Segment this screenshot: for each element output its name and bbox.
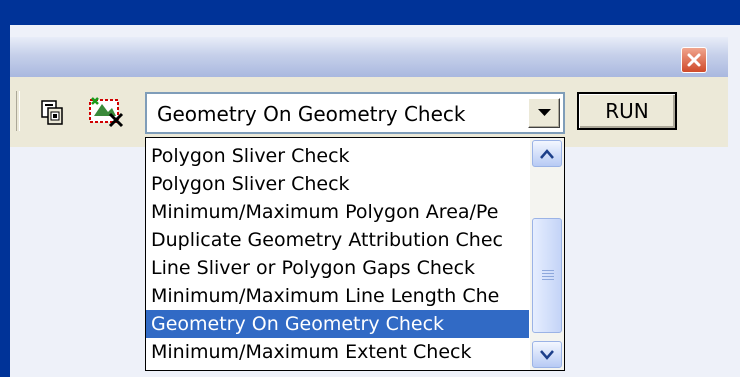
list-item[interactable]: Minimum/Maximum Polygon Area/Pe — [146, 198, 529, 226]
list-item[interactable]: Line Sliver or Polygon Gaps Check — [146, 254, 529, 282]
combobox-dropdown-button[interactable] — [528, 98, 560, 128]
run-button[interactable]: RUN — [577, 92, 677, 130]
list-item[interactable]: Minimum/Maximum Line Length Che — [146, 282, 529, 310]
scroll-up-button[interactable] — [532, 140, 562, 167]
scroll-grip-icon — [542, 270, 554, 282]
list-item[interactable]: Duplicate Geometry Attribution Chec — [146, 226, 529, 254]
check-type-combobox[interactable]: Geometry On Geometry Check — [145, 92, 565, 134]
scroll-thumb[interactable] — [532, 218, 562, 333]
chevron-down-icon — [538, 109, 551, 116]
window-title-bar[interactable] — [10, 37, 728, 77]
dropdown-scrollbar[interactable] — [530, 138, 564, 370]
list-item[interactable]: Polygon Sliver Check — [146, 142, 529, 170]
clipboard-copy-icon — [41, 100, 63, 125]
list-item[interactable]: Geometry On Geometry Check — [146, 310, 529, 338]
scroll-down-button[interactable] — [532, 341, 562, 368]
toolbar-separator — [16, 91, 20, 131]
list-item[interactable]: Minimum/Maximum Extent Check — [146, 338, 529, 366]
check-type-dropdown-list[interactable]: Polygon Sliver Check Polygon Sliver Chec… — [145, 137, 565, 371]
chevron-up-icon — [540, 149, 554, 159]
dropdown-options: Polygon Sliver Check Polygon Sliver Chec… — [146, 142, 529, 366]
close-icon — [687, 53, 701, 67]
chevron-down-icon — [540, 350, 554, 360]
clear-selection-tool-button[interactable] — [84, 92, 130, 130]
list-item[interactable]: Polygon Sliver Check — [146, 170, 529, 198]
copy-tool-button[interactable] — [36, 95, 70, 129]
combobox-value: Geometry On Geometry Check — [157, 102, 466, 126]
clear-selection-icon — [89, 97, 124, 128]
close-button[interactable] — [681, 47, 707, 73]
